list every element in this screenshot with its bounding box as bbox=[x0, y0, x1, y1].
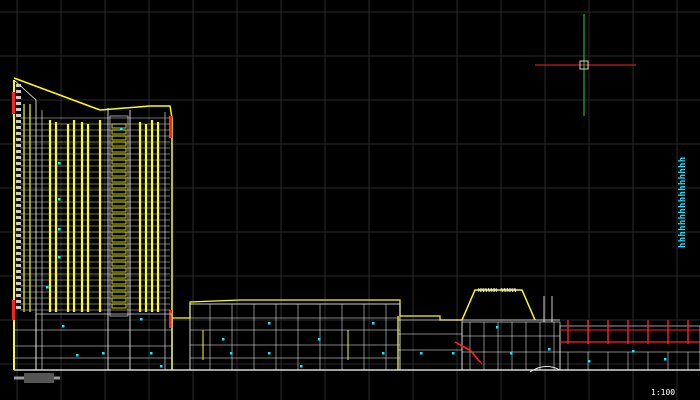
drawing-canvas[interactable] bbox=[0, 0, 700, 400]
tower-section bbox=[12, 77, 173, 371]
scale-label: 1:100 bbox=[651, 388, 676, 397]
background-grid bbox=[0, 0, 700, 400]
drawing-title-vertical: hhhhhhhhhhhhhhhh bbox=[672, 138, 694, 249]
foundation-block bbox=[24, 373, 54, 383]
roof-pavilion bbox=[454, 289, 561, 373]
drawing-title-text: hhhhhhhhhhhhhhhh bbox=[678, 156, 688, 249]
crosshair-cursor bbox=[535, 14, 636, 116]
podium-section bbox=[172, 299, 555, 371]
right-wing bbox=[559, 320, 700, 371]
roof-label: NNNNNN NNNNN bbox=[478, 288, 517, 294]
